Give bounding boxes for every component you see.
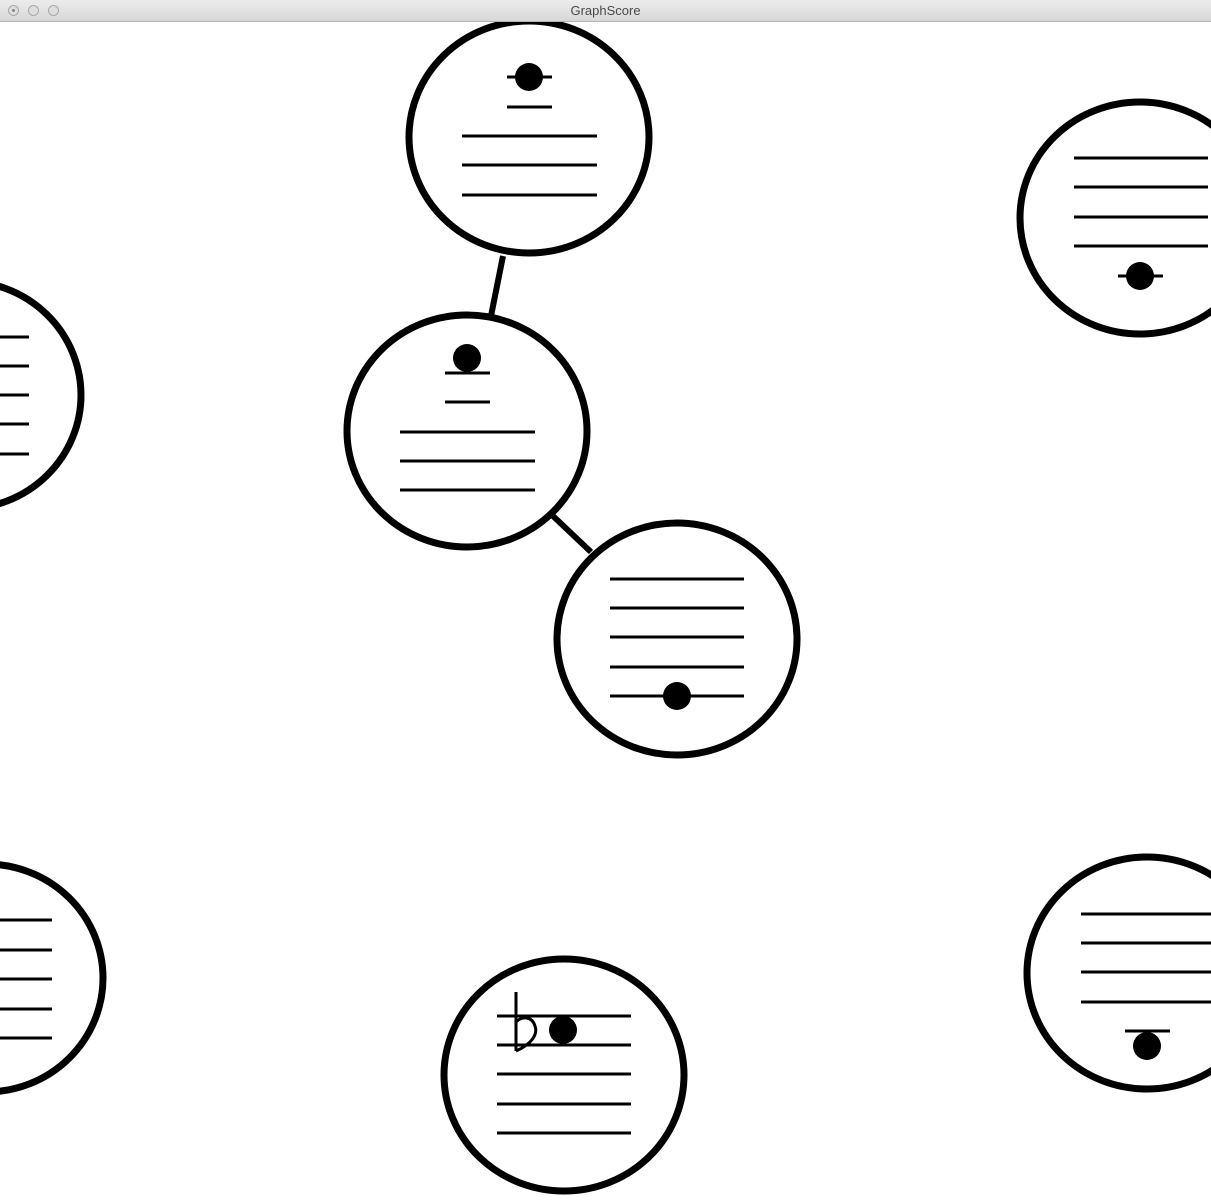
note-head <box>453 344 481 372</box>
note-head <box>663 682 691 710</box>
note-head <box>515 63 543 91</box>
window-titlebar: GraphScore <box>0 0 1211 22</box>
graph-edge <box>488 255 506 317</box>
graph-edge <box>550 513 594 555</box>
graph-canvas[interactable] <box>0 22 1211 1200</box>
node-right-upper[interactable] <box>1016 98 1211 338</box>
note-head <box>549 1016 577 1044</box>
node-center[interactable] <box>343 311 591 551</box>
node-right-lower[interactable] <box>1023 853 1211 1093</box>
window-title: GraphScore <box>570 3 641 18</box>
node-left-lower[interactable] <box>0 861 107 1095</box>
node-top[interactable] <box>405 22 653 257</box>
note-head <box>1126 262 1154 290</box>
node-bottom[interactable] <box>440 955 688 1195</box>
node-mid-right[interactable] <box>553 519 801 759</box>
node-left-upper[interactable] <box>0 281 85 509</box>
note-head <box>1133 1032 1161 1060</box>
